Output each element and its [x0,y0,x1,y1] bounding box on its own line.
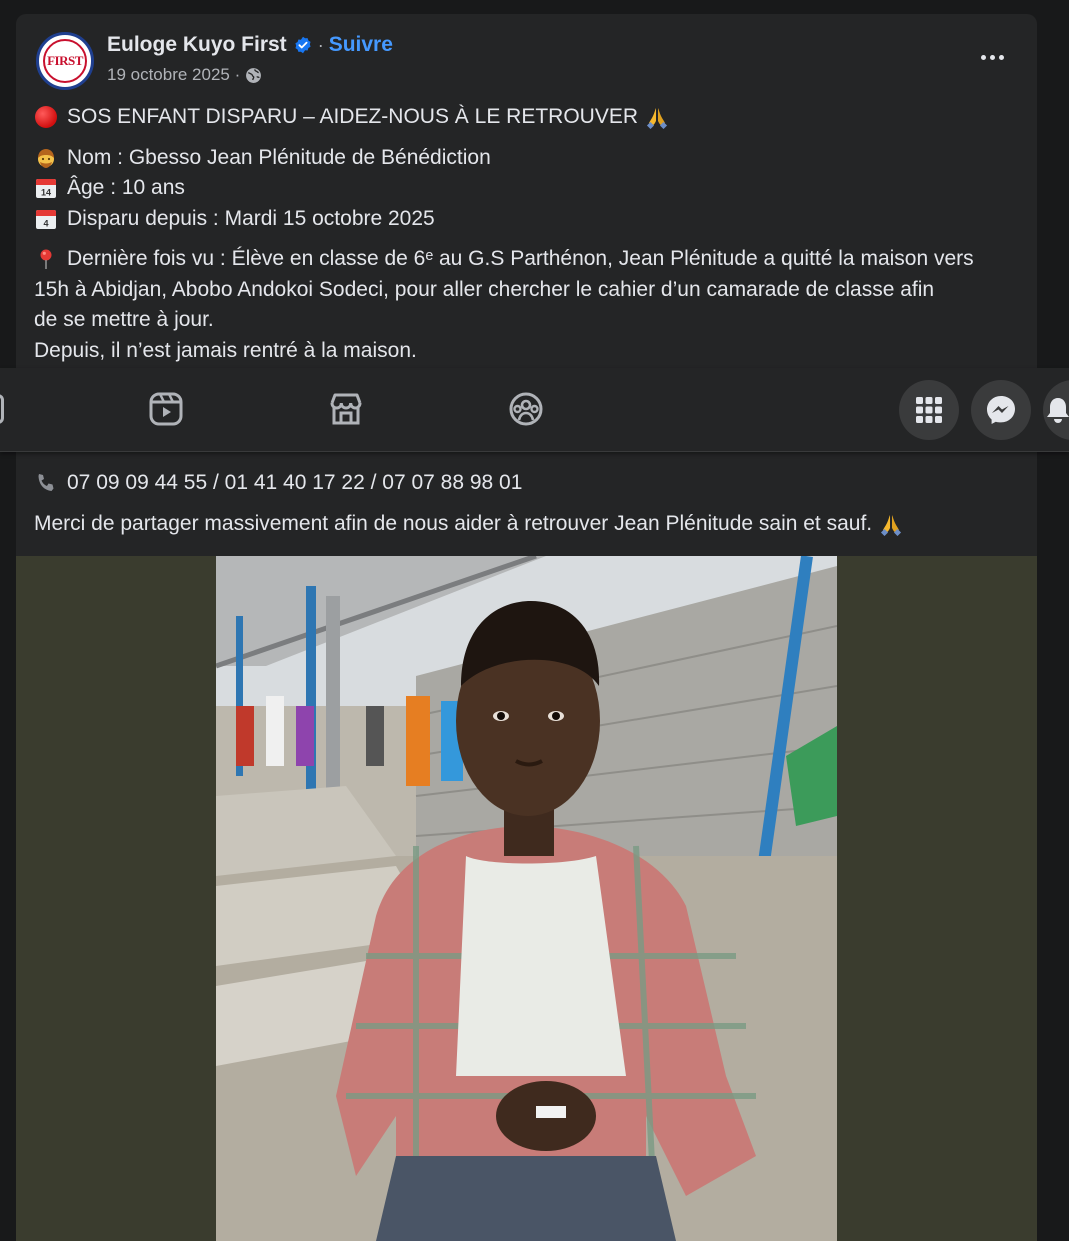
missing-child-name: Nom : Gbesso Jean Plénitude de Bénédicti… [67,145,491,169]
reels-icon[interactable] [147,390,185,428]
post-date[interactable]: 19 octobre 2025 · [107,65,240,85]
post-text: SOS ENFANT DISPARU – AIDEZ-NOUS À LE RET… [34,102,1023,366]
avatar-logo: FIRST [43,39,87,83]
praying-hands-icon [881,514,902,536]
contact-block: 07 09 09 44 55 / 01 41 40 17 22 / 07 07 … [34,468,1023,539]
title-line: SOS ENFANT DISPARU – AIDEZ-NOUS À LE RET… [34,102,1023,133]
groups-icon[interactable] [507,390,545,428]
more-dot [980,54,986,60]
follow-button[interactable]: Suivre [329,33,393,57]
more-dot [998,54,1004,60]
last-seen-line: Dernière fois vu : Élève en classe de 6ᵉ… [34,244,1023,275]
avatar[interactable]: FIRST [36,32,94,90]
author-name[interactable]: Euloge Kuyo First [107,33,287,57]
details-block: Nom : Gbesso Jean Plénitude de Bénédicti… [34,143,1023,235]
post-header: FIRST Euloge Kuyo First · Suivre 19 octo… [16,14,1037,104]
since-text: Depuis, il n’est jamais rentré à la mais… [34,338,417,362]
notifications-button[interactable] [1043,380,1069,440]
calendar-day: 4 [43,218,48,228]
menu-button[interactable] [899,380,959,440]
globe-icon [246,67,262,83]
last-seen-text-1: Dernière fois vu : Élève en classe de 6ᵉ… [67,247,974,270]
missing-child-age: Âge : 10 ans [67,176,185,199]
calendar-icon: 4 [34,207,58,231]
marketplace-icon[interactable] [327,390,365,428]
more-options-button[interactable] [975,46,1009,68]
last-seen-text-3: de se mettre à jour. [34,308,214,331]
post-title: SOS ENFANT DISPARU – AIDEZ-NOUS À LE RET… [67,105,639,128]
photo-illustration [216,556,837,1241]
bell-icon [1047,398,1069,423]
missing-since: Disparu depuis : Mardi 15 octobre 2025 [67,206,435,230]
pushpin-icon [40,249,52,270]
telephone-icon [38,474,54,492]
last-seen-block: Dernière fois vu : Élève en classe de 6ᵉ… [34,244,1023,366]
calendar-icon: 14 [34,176,58,200]
post-photo-area[interactable] [16,556,1037,1241]
share-line: Merci de partager massivement afin de no… [34,509,1023,540]
name-line: Nom : Gbesso Jean Plénitude de Bénédicti… [34,143,1023,174]
last-seen-text-2: 15h à Abidjan, Abobo Andokoi Sodeci, pou… [34,277,935,301]
person-icon [38,148,54,168]
red-circle-icon [34,105,58,129]
separator-dot: · [317,34,324,55]
page: FIRST Euloge Kuyo First · Suivre 19 octo… [0,0,1069,1241]
missing-since-line: 4 Disparu depuis : Mardi 15 octobre 2025 [34,204,1023,235]
phone-numbers: 07 09 09 44 55 / 01 41 40 17 22 / 07 07 … [67,471,523,494]
messenger-icon [987,396,1015,424]
author-line: Euloge Kuyo First · Suivre [107,33,393,57]
calendar-day: 14 [41,188,51,198]
post-meta: 19 octobre 2025 · [107,65,262,85]
share-request: Merci de partager massivement afin de no… [34,511,873,535]
more-dot [989,54,995,60]
messenger-button[interactable] [971,380,1031,440]
menu-grid-icon [916,397,942,423]
missing-child-photo [216,556,837,1241]
home-icon[interactable] [0,394,4,424]
praying-hands-icon [646,108,668,130]
age-line: 14 Âge : 10 ans [34,173,1023,204]
top-navigation-bar [0,368,1069,452]
verified-badge-icon [295,36,311,54]
phones-line: 07 09 09 44 55 / 01 41 40 17 22 / 07 07 … [34,468,1023,499]
